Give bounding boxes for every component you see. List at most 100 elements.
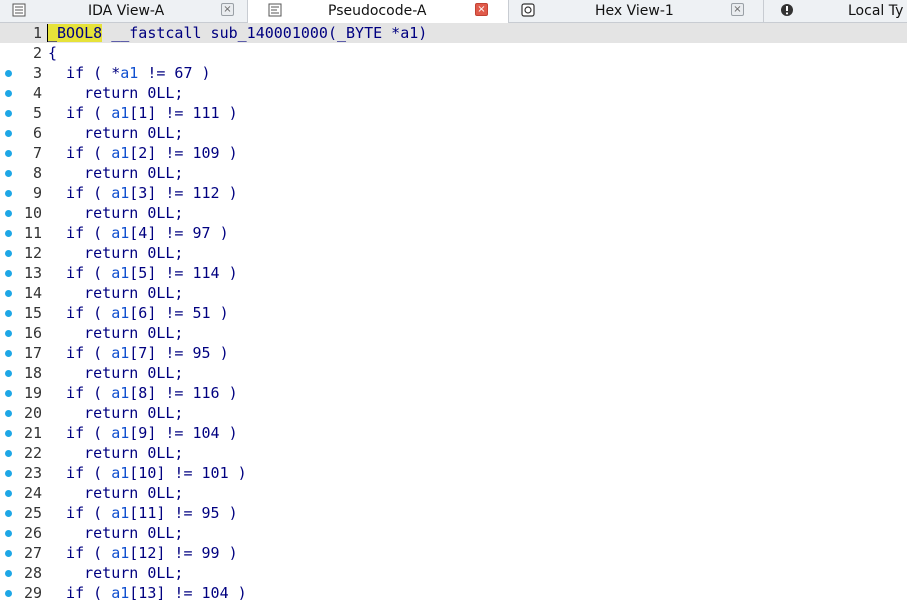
close-icon[interactable]: × (221, 3, 234, 16)
breakpoint-dot-icon[interactable] (5, 430, 12, 437)
breakpoint-dot-icon[interactable] (5, 470, 12, 477)
code-text: return 0LL; (48, 563, 183, 583)
breakpoint-dot-icon[interactable] (5, 450, 12, 457)
breakpoint-dot-icon[interactable] (5, 130, 12, 137)
breakpoint-dot-icon[interactable] (5, 510, 12, 517)
breakpoint-dot-icon[interactable] (5, 290, 12, 297)
code-line[interactable]: 18 return 0LL; (0, 363, 907, 383)
breakpoint-dot-icon[interactable] (5, 350, 12, 357)
breakpoint-dot-icon[interactable] (5, 70, 12, 77)
line-number: 18 (23, 364, 42, 382)
tab-pseudocode-a[interactable]: Pseudocode-A × (248, 0, 509, 23)
line-number: 9 (32, 184, 42, 202)
code-line[interactable]: 17 if ( a1[7] != 95 ) (0, 343, 907, 363)
breakpoint-dot-icon[interactable] (5, 250, 12, 257)
code-token: { (48, 44, 58, 62)
tab-label: IDA View-A (88, 3, 165, 19)
breakpoint-dot-icon[interactable] (5, 110, 12, 117)
code-token: return 0LL; (48, 444, 184, 462)
code-line[interactable]: 24 return 0LL; (0, 483, 907, 503)
code-line[interactable]: 4 return 0LL; (0, 83, 907, 103)
code-token: return 0LL; (48, 84, 184, 102)
line-number: 28 (23, 564, 42, 582)
code-token: if ( (48, 504, 112, 522)
close-icon[interactable]: × (731, 3, 744, 16)
tab-ida-view-a[interactable]: IDA View-A × (0, 0, 248, 22)
code-line[interactable]: 20 return 0LL; (0, 403, 907, 423)
code-line[interactable]: 13 if ( a1[5] != 114 ) (0, 263, 907, 283)
code-token: if ( (48, 464, 112, 482)
variable-token: a1 (111, 424, 130, 442)
code-line[interactable]: 7 if ( a1[2] != 109 ) (0, 143, 907, 163)
code-line[interactable]: 25 if ( a1[11] != 95 ) (0, 503, 907, 523)
breakpoint-dot-icon[interactable] (5, 190, 12, 197)
code-text: if ( a1[3] != 112 ) (48, 183, 238, 203)
code-text: if ( a1[9] != 104 ) (48, 423, 238, 443)
code-line[interactable]: 22 return 0LL; (0, 443, 907, 463)
close-icon[interactable]: × (475, 3, 488, 16)
code-line[interactable]: 9 if ( a1[3] != 112 ) (0, 183, 907, 203)
tab-local-types[interactable]: Local Ty (764, 0, 907, 22)
local-types-icon (780, 3, 794, 17)
code-line[interactable]: 10 return 0LL; (0, 203, 907, 223)
variable-token: a1 (120, 64, 139, 82)
text-cursor (47, 24, 48, 42)
breakpoint-dot-icon[interactable] (5, 170, 12, 177)
breakpoint-dot-icon[interactable] (5, 590, 12, 597)
code-line[interactable]: 29 if ( a1[13] != 104 ) (0, 583, 907, 603)
code-text: if ( a1[7] != 95 ) (48, 343, 229, 363)
breakpoint-dot-icon[interactable] (5, 370, 12, 377)
breakpoint-dot-icon[interactable] (5, 490, 12, 497)
line-number: 23 (23, 464, 42, 482)
breakpoint-dot-icon[interactable] (5, 330, 12, 337)
code-line[interactable]: 14 return 0LL; (0, 283, 907, 303)
breakpoint-dot-icon[interactable] (5, 230, 12, 237)
code-line[interactable]: 8 return 0LL; (0, 163, 907, 183)
code-text: if ( a1[11] != 95 ) (48, 503, 238, 523)
code-line[interactable]: 16 return 0LL; (0, 323, 907, 343)
tab-hex-view-1[interactable]: Hex View-1 × (509, 0, 764, 22)
breakpoint-dot-icon[interactable] (5, 410, 12, 417)
code-text: { (48, 43, 57, 63)
code-text: if ( a1[5] != 114 ) (48, 263, 238, 283)
breakpoint-dot-icon[interactable] (5, 210, 12, 217)
code-line[interactable]: 2{ (0, 43, 907, 63)
code-text: if ( a1[1] != 111 ) (48, 103, 238, 123)
code-line[interactable]: 11 if ( a1[4] != 97 ) (0, 223, 907, 243)
breakpoint-dot-icon[interactable] (5, 150, 12, 157)
breakpoint-dot-icon[interactable] (5, 310, 12, 317)
line-number: 6 (32, 124, 42, 142)
code-text: return 0LL; (48, 283, 183, 303)
code-token: return 0LL; (48, 164, 184, 182)
tab-label: Local Ty (848, 3, 904, 19)
breakpoint-dot-icon[interactable] (5, 570, 12, 577)
code-line[interactable]: 26 return 0LL; (0, 523, 907, 543)
breakpoint-dot-icon[interactable] (5, 530, 12, 537)
breakpoint-dot-icon[interactable] (5, 270, 12, 277)
code-text: return 0LL; (48, 163, 183, 183)
code-line[interactable]: 6 return 0LL; (0, 123, 907, 143)
code-line[interactable]: 19 if ( a1[8] != 116 ) (0, 383, 907, 403)
code-line[interactable]: 1 _BOOL8 __fastcall sub_140001000(_BYTE *… (0, 23, 907, 43)
line-number: 24 (23, 484, 42, 502)
variable-token: a1 (111, 464, 130, 482)
code-text: if ( a1[8] != 116 ) (48, 383, 238, 403)
pseudocode-editor[interactable]: 1 _BOOL8 __fastcall sub_140001000(_BYTE *… (0, 23, 907, 605)
code-line[interactable]: 12 return 0LL; (0, 243, 907, 263)
line-number: 25 (23, 504, 42, 522)
code-token: [5] != 114 ) (129, 264, 238, 282)
breakpoint-dot-icon[interactable] (5, 550, 12, 557)
code-line[interactable]: 21 if ( a1[9] != 104 ) (0, 423, 907, 443)
code-line[interactable]: 27 if ( a1[12] != 99 ) (0, 543, 907, 563)
breakpoint-dot-icon[interactable] (5, 390, 12, 397)
code-line[interactable]: 23 if ( a1[10] != 101 ) (0, 463, 907, 483)
code-text: if ( a1[13] != 104 ) (48, 583, 247, 603)
code-text: if ( a1[2] != 109 ) (48, 143, 238, 163)
variable-token: a1 (111, 504, 130, 522)
code-line[interactable]: 3 if ( *a1 != 67 ) (0, 63, 907, 83)
code-token: [7] != 95 ) (129, 344, 229, 362)
code-line[interactable]: 5 if ( a1[1] != 111 ) (0, 103, 907, 123)
code-line[interactable]: 28 return 0LL; (0, 563, 907, 583)
code-line[interactable]: 15 if ( a1[6] != 51 ) (0, 303, 907, 323)
breakpoint-dot-icon[interactable] (5, 90, 12, 97)
